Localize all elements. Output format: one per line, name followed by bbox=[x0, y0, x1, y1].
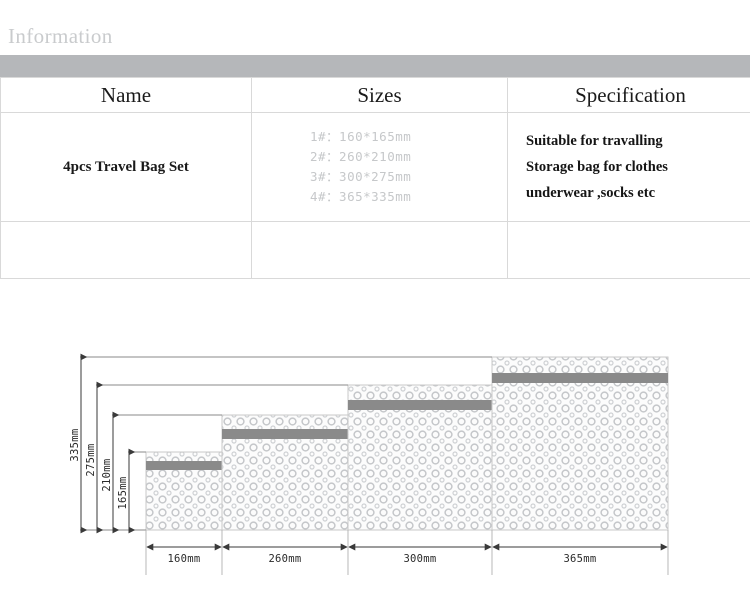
spec-item-3: underwear ,socks etc bbox=[526, 185, 656, 201]
size-item-3: 3#：300*275mm bbox=[310, 169, 412, 184]
bag-1 bbox=[145, 451, 223, 531]
empty-cell-sizes bbox=[251, 221, 508, 279]
column-header-sizes: Sizes bbox=[251, 77, 508, 113]
size-item-4: 4#：365*335mm bbox=[310, 189, 412, 204]
product-name-text: 4pcs Travel Bag Set bbox=[63, 158, 189, 175]
table-row: 4pcs Travel Bag Set 1#：160*165mm 2#：260*… bbox=[0, 112, 750, 222]
width-label-160: 160mm bbox=[167, 553, 200, 565]
cell-sizes: 1#：160*165mm 2#：260*210mm 3#：300*275mm 4… bbox=[251, 112, 508, 222]
table-empty-row bbox=[0, 221, 750, 279]
size-item-1: 1#：160*165mm bbox=[310, 129, 412, 144]
bag-4 bbox=[491, 356, 669, 531]
size-item-2: 2#：260*210mm bbox=[310, 149, 412, 164]
page-header: Information bbox=[0, 0, 750, 78]
bag-2 bbox=[221, 414, 349, 531]
empty-cell-name bbox=[0, 221, 252, 279]
size-diagram: 335mm 275mm 210mm 165mm 160mm 260mm 300m… bbox=[0, 285, 750, 600]
column-header-name: Name bbox=[0, 77, 252, 113]
cell-specification: Suitable for travalling Storage bag for … bbox=[507, 112, 750, 222]
empty-cell-spec bbox=[507, 221, 750, 279]
height-label-335: 335mm bbox=[69, 428, 81, 461]
width-label-300: 300mm bbox=[403, 553, 436, 565]
bag-3 bbox=[347, 384, 493, 531]
column-header-specification: Specification bbox=[507, 77, 750, 113]
sizes-list: 1#：160*165mm 2#：260*210mm 3#：300*275mm 4… bbox=[252, 127, 507, 207]
information-table: Name Sizes Specification 4pcs Travel Bag… bbox=[0, 77, 750, 279]
height-label-210: 210mm bbox=[101, 458, 113, 491]
table-header-row: Name Sizes Specification bbox=[0, 77, 750, 113]
spec-item-1: Suitable for travalling bbox=[526, 133, 663, 149]
specification-list: Suitable for travalling Storage bag for … bbox=[508, 128, 750, 206]
height-label-165: 165mm bbox=[117, 476, 129, 509]
header-gray-band bbox=[0, 55, 750, 77]
width-label-260: 260mm bbox=[268, 553, 301, 565]
cell-product-name: 4pcs Travel Bag Set bbox=[0, 112, 252, 222]
spec-item-2: Storage bag for clothes bbox=[526, 159, 668, 175]
height-label-275: 275mm bbox=[85, 443, 97, 476]
width-label-365: 365mm bbox=[563, 553, 596, 565]
page-title: Information bbox=[8, 24, 113, 48]
